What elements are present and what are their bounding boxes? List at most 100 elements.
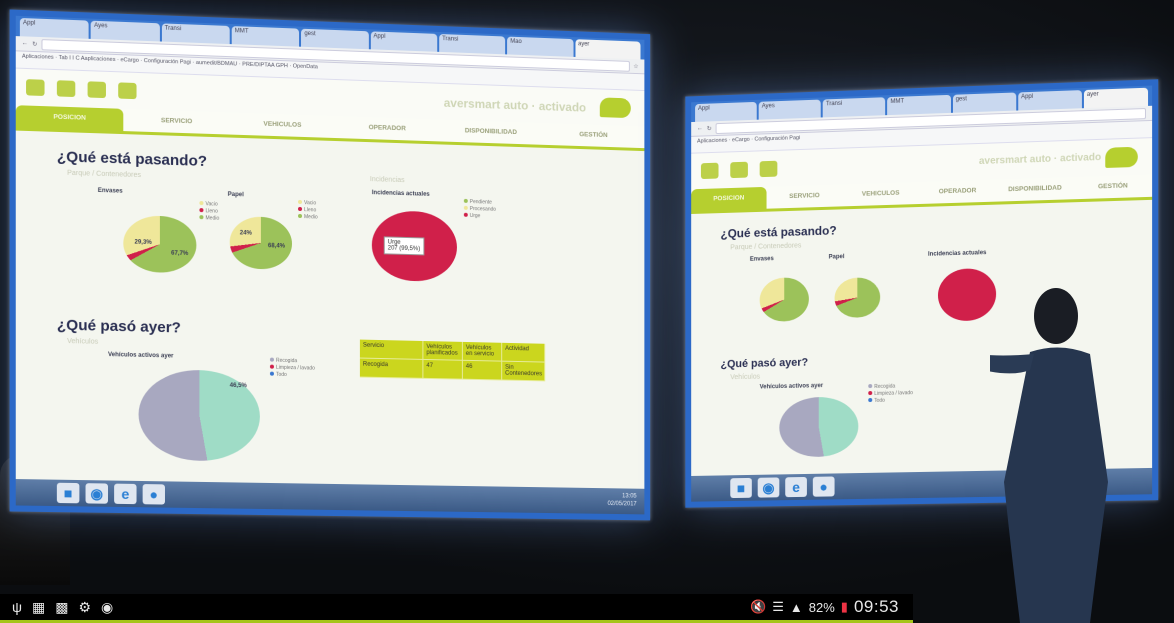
brand-logo — [1105, 146, 1138, 168]
vehicles-section: Vehículos activos ayer 46,5% Recogida Li… — [57, 339, 606, 462]
bookmark-item[interactable]: aumedit/BDMAU — [196, 60, 237, 68]
legend-item: Pendiente — [469, 199, 492, 206]
dashboard-content: ¿Qué está pasando? Parque / Contenedores… — [16, 131, 645, 462]
bookmark-item[interactable]: PRE/DIPTAA GPH — [242, 62, 288, 70]
nav-disponibilidad[interactable]: DISPONIBILIDAD — [996, 177, 1074, 202]
bookmark-item[interactable]: Tab I I C Aaplicaciones — [59, 55, 116, 63]
legend-fill: Vacio Lleno Medio — [298, 199, 318, 222]
browser-tab[interactable]: Ayes — [90, 20, 160, 42]
nav-servicio[interactable]: SERVICIO — [123, 109, 229, 135]
back-icon[interactable]: ← — [22, 40, 28, 46]
reload-icon[interactable]: ↻ — [32, 40, 37, 47]
browser-tab[interactable]: Transi — [439, 33, 506, 55]
tools-icon[interactable] — [759, 160, 778, 178]
bookmark-item[interactable]: Aplicaciones — [697, 138, 727, 145]
browser-tab-active[interactable]: ayer — [575, 39, 641, 60]
back-icon[interactable]: ← — [697, 126, 703, 132]
browser-tab[interactable]: Appl — [370, 31, 438, 52]
bookmark-item[interactable]: Configuración Pagi — [754, 135, 800, 143]
ie-icon[interactable]: e — [114, 483, 137, 505]
usb-icon: ψ — [12, 598, 22, 615]
browser-tab[interactable]: Transi — [161, 23, 230, 45]
subheading-incidents: Incidencias — [369, 176, 405, 185]
legend-item: Medio — [304, 214, 318, 221]
pie-title-envases: Envases — [97, 187, 123, 195]
pie-title-envases: Envases — [749, 256, 774, 263]
browser-tab[interactable]: Ayes — [758, 99, 822, 120]
explorer-icon[interactable]: ■ — [56, 482, 80, 504]
presenter-silhouette — [990, 288, 1108, 623]
explorer-icon[interactable]: ■ — [730, 477, 752, 499]
nav-operador[interactable]: OPERADOR — [919, 180, 996, 204]
browser-tab[interactable]: MMT — [231, 26, 300, 47]
pie-label: 46,5% — [229, 382, 247, 390]
pie-chart-vehicles — [779, 396, 859, 458]
browser-tab[interactable]: Appl — [695, 101, 757, 122]
nav-servicio[interactable]: SERVICIO — [767, 184, 843, 208]
nav-gestion[interactable]: GESTIÓN — [1074, 175, 1152, 200]
bell-icon[interactable] — [118, 82, 137, 100]
chrome-icon[interactable]: ◉ — [85, 483, 109, 504]
reload-icon[interactable]: ↻ — [707, 125, 712, 132]
camera-icon: ◉ — [101, 598, 114, 615]
pie-label: 29,3% — [134, 239, 152, 247]
nav-disponibilidad[interactable]: DISPONIBILIDAD — [439, 120, 542, 145]
clock: 09:53 — [853, 597, 899, 616]
nav-vehiculos[interactable]: VEHICULOS — [230, 112, 335, 138]
browser-tab[interactable]: gest — [952, 92, 1016, 113]
table-cell: Recogida — [359, 358, 424, 379]
browser-tab[interactable]: Transi — [822, 97, 886, 118]
browser-tab[interactable]: Appl — [19, 17, 89, 39]
bookmark-item[interactable]: eCargo — [120, 57, 138, 64]
paint-icon[interactable]: ● — [142, 484, 165, 505]
tray-date: 02/05/2017 — [607, 501, 637, 508]
pie-row: Envases 29,3% 67,7% Vacio Lleno Medio Pa… — [57, 176, 606, 322]
bookmark-item[interactable]: OpenData — [293, 63, 318, 70]
document-icon: ▦ — [31, 598, 46, 615]
signal-icon: ▲ — [789, 599, 803, 615]
pie-label: 68,4% — [267, 243, 286, 250]
battery-percent: 82% — [808, 599, 835, 615]
legend-item: Todo — [874, 397, 885, 404]
browser-tab[interactable]: Mao — [507, 36, 574, 57]
nav-posicion[interactable]: POSICION — [15, 105, 124, 132]
table-header: Vehículos en servicio — [462, 341, 503, 362]
browser-tab-active[interactable]: ayer — [1083, 87, 1149, 109]
users-icon[interactable] — [56, 80, 76, 98]
pie-label: 67,7% — [171, 250, 189, 258]
legend-item: Recogida — [874, 383, 896, 390]
nav-posicion[interactable]: POSICION — [691, 186, 767, 212]
bookmark-item[interactable]: Aplicaciones — [22, 54, 54, 61]
legend-item: Limpieza / lavado — [874, 390, 913, 397]
chrome-icon[interactable]: ◉ — [757, 477, 780, 498]
nav-operador[interactable]: OPERADOR — [335, 116, 439, 141]
star-icon[interactable]: ☆ — [633, 63, 638, 70]
table-header: Servicio — [359, 339, 424, 360]
browser-tab[interactable]: MMT — [887, 94, 951, 116]
projected-screen-left: Appl Ayes Transi MMT gest Appl Transi Ma… — [9, 9, 651, 521]
brand-text: aversmart auto · activado — [978, 151, 1102, 168]
bookmark-item[interactable]: eCargo — [732, 137, 750, 144]
legend-item: Vacio — [205, 201, 218, 208]
vehicles-title: Vehículos activos ayer — [759, 383, 824, 391]
battery-icon: ▮ — [840, 599, 848, 614]
legend-item: Todo — [275, 371, 287, 379]
paint-icon[interactable]: ● — [812, 476, 835, 497]
exit-icon[interactable] — [700, 162, 719, 180]
users-icon[interactable] — [730, 161, 748, 179]
legend-item: Lleno — [205, 208, 218, 215]
windows-taskbar: ■ ◉ e ● 13:05 02/05/2017 — [15, 479, 645, 515]
bookmark-item[interactable]: Configuración Pagi — [144, 58, 191, 66]
status-right: 🔇 ☰ ▲ 82% ▮ 09:53 — [750, 597, 913, 617]
settings-icon: ⚙ — [78, 598, 92, 615]
nav-gestion[interactable]: GESTIÓN — [542, 123, 644, 148]
browser-tab[interactable]: Appl — [1017, 90, 1082, 111]
pie-label: 24% — [239, 230, 252, 237]
exit-icon[interactable] — [26, 79, 45, 97]
nav-vehiculos[interactable]: VEHICULOS — [842, 182, 919, 206]
tools-icon[interactable] — [87, 81, 106, 99]
vehicles-title: Vehículos activos ayer — [108, 352, 174, 360]
pie-title-incidents: Incidencias actuales — [927, 250, 987, 258]
ie-icon[interactable]: e — [785, 476, 807, 498]
browser-tab[interactable]: gest — [301, 28, 369, 50]
